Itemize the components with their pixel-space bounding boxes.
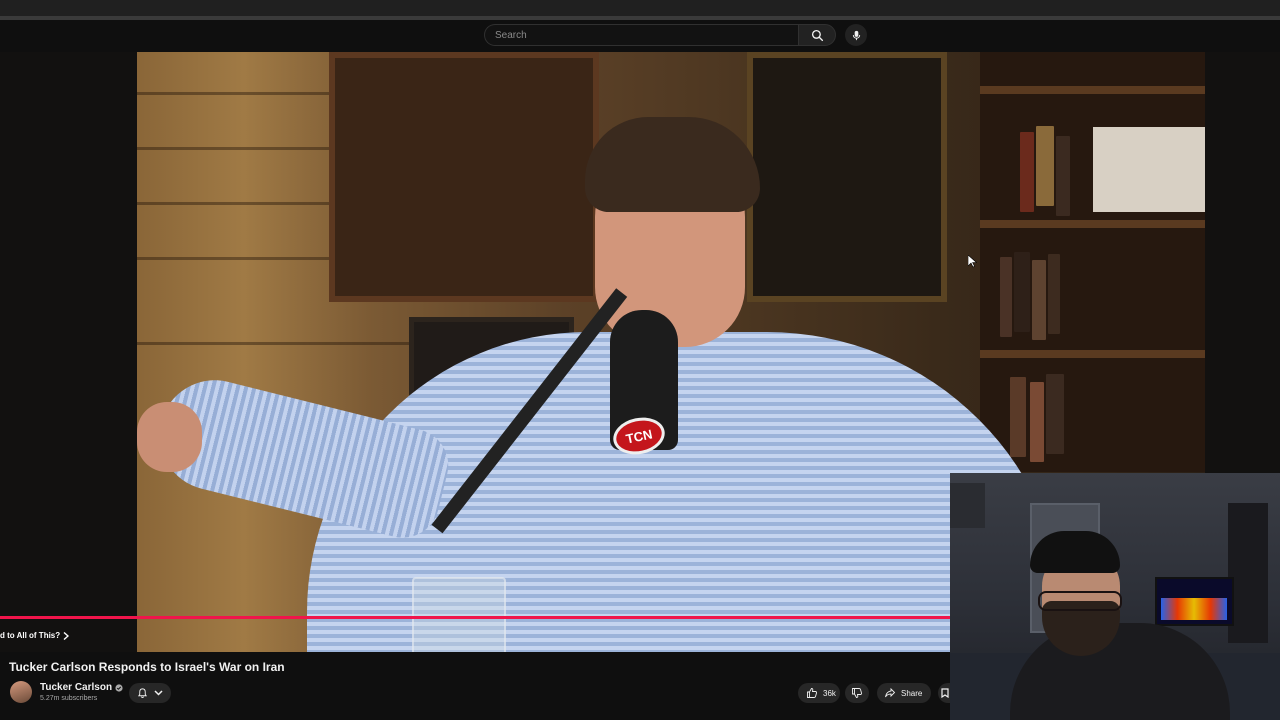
browser-top-strip <box>0 0 1280 16</box>
channel-name-link[interactable]: Tucker Carlson <box>40 682 123 693</box>
subscriber-count: 5.27m subscribers <box>40 695 98 702</box>
voice-search-button[interactable] <box>845 24 867 46</box>
chapter-label: d to All of This? <box>0 631 61 640</box>
verified-icon <box>115 683 123 692</box>
clip-icon <box>941 688 949 698</box>
search-box <box>484 24 798 46</box>
background-bookcase <box>1228 503 1268 643</box>
mouse-cursor-icon <box>968 255 977 268</box>
mic-icon <box>852 30 860 40</box>
chevron-right-icon <box>63 631 70 640</box>
search-icon <box>811 29 823 41</box>
bookshelf <box>980 52 1205 472</box>
framed-photo <box>1093 127 1205 212</box>
wall-painting-right <box>747 52 947 302</box>
host-hair <box>585 117 760 212</box>
search-button[interactable] <box>798 24 836 46</box>
dislike-button[interactable] <box>845 683 869 703</box>
share-icon <box>885 687 896 698</box>
viewer-body <box>1010 623 1230 720</box>
chapter-button[interactable]: d to All of This? <box>0 631 70 640</box>
share-button[interactable]: Share <box>877 683 931 703</box>
channel-name: Tucker Carlson <box>40 682 113 693</box>
wall-painting <box>329 52 599 302</box>
progress-bar-fill <box>0 616 950 619</box>
like-count: 36k <box>823 688 836 698</box>
browser-top-border <box>0 16 1280 20</box>
like-button[interactable]: 36k <box>798 683 840 703</box>
notifications-button[interactable] <box>129 683 171 703</box>
water-glass <box>412 577 506 652</box>
background-tv <box>1155 577 1234 626</box>
thumbs-down-icon <box>852 688 863 698</box>
host-hand <box>137 402 202 472</box>
webcam-overlay <box>950 473 1280 720</box>
channel-avatar[interactable] <box>10 681 32 703</box>
viewer-cap <box>1030 531 1120 573</box>
thumbs-up-icon <box>807 688 818 698</box>
search-input[interactable] <box>485 25 785 46</box>
bell-icon <box>137 688 148 699</box>
kitchen-cabinet <box>950 483 985 528</box>
viewer-glasses <box>1038 591 1122 611</box>
video-title: Tucker Carlson Responds to Israel's War … <box>9 660 285 674</box>
chevron-down-icon <box>154 690 163 696</box>
share-label: Share <box>901 688 923 698</box>
